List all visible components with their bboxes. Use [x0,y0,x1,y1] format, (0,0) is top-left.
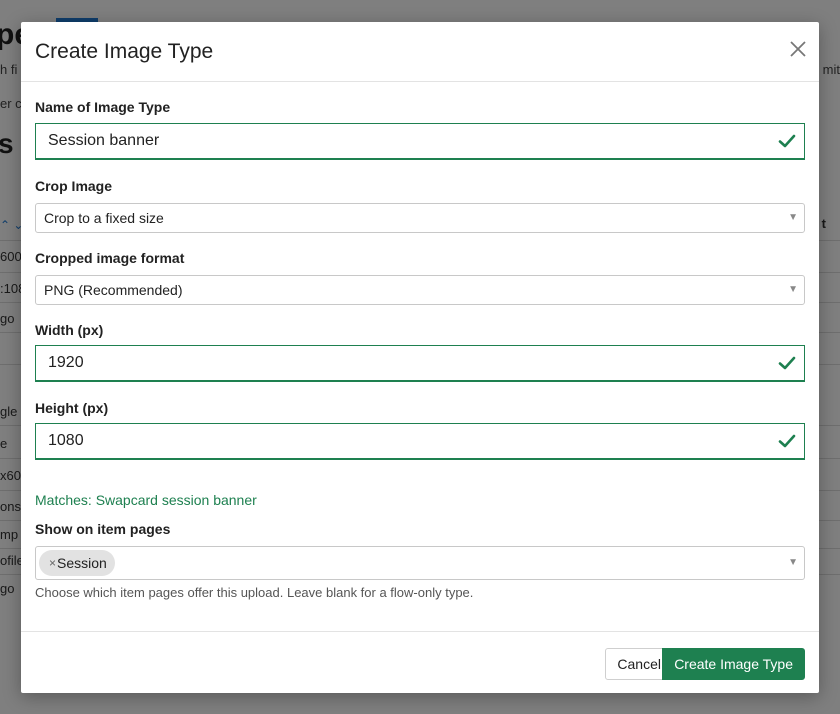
match-note: Matches: Swapcard session banner [35,492,257,508]
tag-chip: × Session [39,550,115,576]
format-select[interactable]: PNG (Recommended) ▼ [35,275,805,305]
width-field-label: Width (px) [35,322,104,338]
valid-check-icon [778,356,796,370]
width-input[interactable] [35,345,805,382]
valid-check-icon [778,134,796,148]
crop-select[interactable]: Crop to a fixed size ▼ [35,203,805,233]
close-icon [790,41,806,57]
valid-check-icon [778,434,796,448]
modal-header: Create Image Type [21,22,819,82]
dropdown-caret-icon: ▼ [788,557,798,568]
modal-title: Create Image Type [35,40,214,63]
dropdown-caret-icon: ▼ [788,284,798,295]
crop-select-value: Crop to a fixed size [44,210,164,226]
help-text: Choose which item pages offer this uploa… [35,585,474,600]
format-select-value: PNG (Recommended) [44,282,183,298]
close-button[interactable] [787,38,809,60]
create-image-type-dialog: Create Image Type Name of Image Type Cro… [21,22,819,693]
remove-tag-icon[interactable]: × [49,556,56,570]
item-pages-multiselect[interactable]: × Session ▼ [35,546,805,580]
format-field-label: Cropped image format [35,250,185,266]
height-field-label: Height (px) [35,400,109,416]
name-field-label: Name of Image Type [35,99,171,115]
modal-footer: Cancel Create Image Type [21,631,819,693]
create-image-type-button[interactable]: Create Image Type [662,648,805,680]
show-on-field-label: Show on item pages [35,521,171,537]
name-input[interactable] [35,123,805,160]
tag-label: Session [57,555,107,571]
height-input[interactable] [35,423,805,460]
crop-field-label: Crop Image [35,178,113,194]
dropdown-caret-icon: ▼ [788,212,798,223]
